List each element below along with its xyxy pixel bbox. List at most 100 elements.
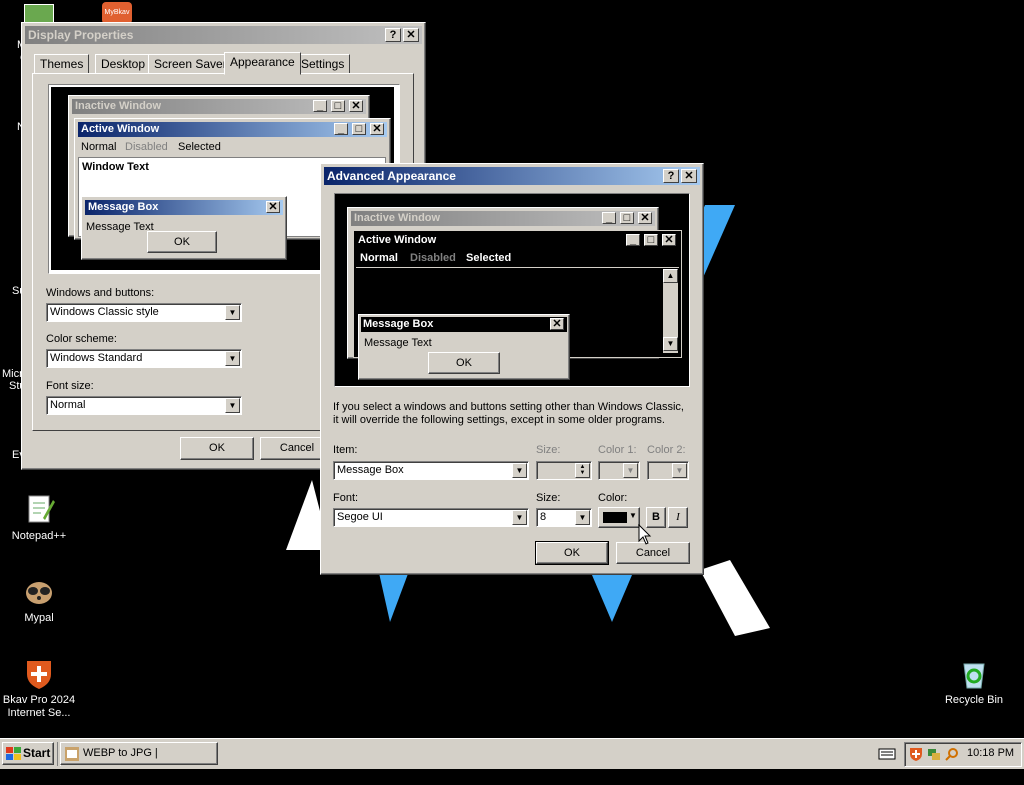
preview-message-box: Message Box ✕ Message Text OK	[81, 196, 287, 260]
font-size-select[interactable]: Normal ▼	[46, 396, 242, 415]
select-value: Normal	[50, 399, 86, 411]
icon-label: Recycle Bin	[944, 694, 1004, 706]
bkav-shield-icon	[23, 658, 55, 690]
chevron-down-icon[interactable]: ▼	[512, 463, 527, 478]
minimize-icon: _	[626, 234, 640, 246]
taskbar: Start WEBP to JPG | CloudCon... 10:18 PM	[0, 738, 1024, 780]
preview-inactive-title: Inactive Window	[75, 100, 162, 112]
close-icon: ✕	[349, 100, 363, 112]
chevron-down-icon[interactable]: ▼	[512, 510, 527, 525]
display-properties-titlebar[interactable]: Display Properties ? ✕	[25, 26, 422, 44]
select-value: 8	[540, 511, 547, 523]
clock[interactable]: 10:18 PM	[967, 747, 1014, 759]
item-size-spinner: ▲ ▼	[536, 461, 592, 480]
chevron-down-icon[interactable]: ▼	[225, 351, 240, 366]
partial-label-micr: Micr	[2, 368, 23, 380]
icon-label: Mypal	[24, 612, 54, 624]
tab-desktop[interactable]: Desktop	[95, 54, 152, 74]
font-select[interactable]: Segoe UI ▼	[333, 508, 529, 527]
font-size-label: Font size:	[46, 380, 94, 392]
ok-button[interactable]: OK	[180, 437, 254, 460]
advanced-appearance-dialog: Advanced Appearance ? ✕ Inactive Window …	[320, 163, 704, 575]
preview-scrollbar: ▲ ▼	[663, 269, 678, 353]
scroll-up-icon: ▲	[663, 269, 678, 283]
preview-menu-normal: Normal	[360, 252, 398, 264]
color-label: Color:	[598, 492, 628, 504]
preview-msgbox-titlebar: Message Box ✕	[361, 317, 567, 332]
dialog-title: Advanced Appearance	[327, 169, 456, 183]
mypal-icon	[23, 576, 55, 608]
chevron-down-icon[interactable]: ▼	[575, 510, 590, 525]
help-button[interactable]: ?	[385, 28, 401, 42]
help-button[interactable]: ?	[663, 169, 679, 183]
preview-active-title: Active Window	[358, 234, 437, 246]
preview-msgbox-title: Message Box	[363, 318, 434, 330]
font-size-select[interactable]: 8 ▼	[536, 508, 592, 527]
font-color-picker[interactable]: ▼	[598, 507, 640, 528]
preview-menu-bar: Normal Disabled Selected	[356, 251, 679, 268]
keyboard-icon[interactable]	[878, 747, 896, 761]
search-tray-icon[interactable]	[945, 747, 959, 761]
close-button[interactable]: ✕	[681, 169, 697, 183]
browser-icon	[65, 747, 79, 761]
preview-ok-button: OK	[428, 352, 500, 374]
close-icon: ✕	[266, 201, 280, 213]
color1-label: Color 1:	[598, 444, 637, 456]
size-label-item: Size:	[536, 444, 561, 456]
task-label: WEBP to JPG | CloudCon...	[83, 747, 158, 780]
info-line-2: it will override the following settings,…	[333, 414, 665, 426]
start-label: Start	[23, 746, 51, 760]
item-label: Item:	[333, 444, 358, 456]
icon-label: Notepad++	[11, 530, 67, 542]
mouse-cursor-icon	[638, 524, 652, 545]
chevron-down-icon: ▼	[672, 463, 687, 478]
tab-settings[interactable]: Settings	[295, 54, 351, 74]
item-select[interactable]: Message Box ▼	[333, 461, 529, 480]
close-icon: ✕	[638, 212, 652, 224]
preview-msgbox-title: Message Box	[88, 201, 159, 213]
desktop-icon-mypal[interactable]: Mypal	[1, 576, 77, 625]
maximize-icon: □	[352, 123, 366, 135]
preview-ok-button: OK	[147, 231, 217, 253]
advanced-appearance-titlebar[interactable]: Advanced Appearance ? ✕	[324, 167, 700, 185]
chevron-down-icon: ▼	[629, 511, 637, 520]
preview-msgbox-text: Message Text	[86, 221, 154, 233]
tab-appearance[interactable]: Appearance	[224, 52, 301, 75]
mybkav-icon[interactable]: MyBkav	[102, 2, 132, 24]
color-scheme-select[interactable]: Windows Standard ▼	[46, 349, 242, 368]
chevron-down-icon[interactable]: ▼	[225, 305, 240, 320]
preview-menu-normal: Normal	[81, 141, 117, 153]
advanced-preview: Inactive Window _ □ ✕ Active Window _ □ …	[334, 193, 690, 387]
desktop-icon-bkav[interactable]: Bkav Pro 2024 Internet Se...	[1, 658, 77, 720]
select-value: Windows Classic style	[50, 306, 159, 318]
preview-menu-selected: Selected	[178, 141, 221, 153]
minimize-icon: _	[313, 100, 327, 112]
windows-buttons-select[interactable]: Windows Classic style ▼	[46, 303, 242, 322]
chevron-down-icon[interactable]: ▼	[225, 398, 240, 413]
ok-button[interactable]: OK	[535, 541, 609, 565]
cancel-button[interactable]: Cancel	[616, 542, 690, 564]
task-button-browser[interactable]: WEBP to JPG | CloudCon...	[60, 742, 218, 780]
preview-menu-selected: Selected	[466, 252, 512, 264]
window-title: Display Properties	[28, 28, 134, 42]
italic-button[interactable]: I	[668, 507, 688, 528]
network-tray-icon[interactable]	[927, 747, 941, 761]
scroll-down-icon: ▼	[663, 337, 678, 351]
tab-themes[interactable]: Themes	[34, 54, 90, 74]
close-icon: ✕	[662, 234, 676, 246]
preview-inactive-title: Inactive Window	[354, 212, 441, 224]
desktop-icon-recycle-bin[interactable]: Recycle Bin	[936, 658, 1012, 707]
tab-screen-saver[interactable]: Screen Saver	[148, 54, 233, 74]
preview-menu-disabled: Disabled	[410, 252, 456, 264]
desktop-icon-notepadpp[interactable]: Notepad++	[1, 494, 77, 543]
windows-logo-icon	[6, 747, 21, 760]
close-button[interactable]: ✕	[403, 28, 419, 42]
start-button[interactable]: Start	[2, 742, 54, 765]
preview-message-box: Message Box ✕ Message Text OK	[358, 314, 570, 380]
maximize-icon: □	[620, 212, 634, 224]
minimize-icon: _	[602, 212, 616, 224]
color2-picker: ▼	[647, 461, 689, 480]
bkav-tray-icon[interactable]	[909, 747, 923, 761]
maximize-icon: □	[331, 100, 345, 112]
color1-picker: ▼	[598, 461, 640, 480]
